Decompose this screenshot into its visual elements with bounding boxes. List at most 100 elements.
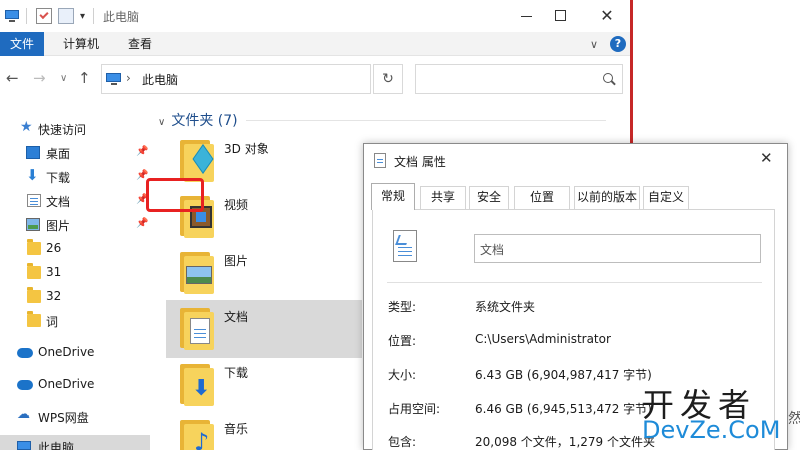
search-icon xyxy=(603,73,613,83)
document-icon xyxy=(27,194,41,207)
sidebar-item-desktop[interactable]: 桌面 📌 xyxy=(0,141,150,165)
property-value: C:\Users\Administrator xyxy=(475,332,611,346)
folder-icon xyxy=(27,263,41,279)
tab-computer[interactable]: 计算机 xyxy=(55,32,107,56)
sidebar-item-documents[interactable]: 文档 📌 xyxy=(0,189,150,213)
download-icon: ⬇ xyxy=(26,166,39,184)
document-icon xyxy=(190,318,210,344)
wps-icon: ☁ xyxy=(17,407,30,422)
folder-name: 图片 xyxy=(224,254,249,268)
folder-tile-documents[interactable]: 文档 xyxy=(166,300,362,358)
sidebar-item-this-pc[interactable]: 此电脑 xyxy=(0,435,150,450)
address-bar[interactable]: › 此电脑 ∨ xyxy=(101,64,462,96)
divider xyxy=(93,8,94,24)
folder-tile-pictures[interactable]: 图片 xyxy=(166,244,362,302)
cloud-icon xyxy=(17,380,33,390)
sidebar-item-onedrive[interactable]: OneDrive xyxy=(0,341,150,365)
folder-icon xyxy=(180,308,214,350)
sidebar-item-label: 26 xyxy=(46,241,62,255)
property-value: 6.43 GB (6,904,987,417 字节) xyxy=(475,368,652,382)
picture-icon xyxy=(186,266,212,284)
sidebar-item-32[interactable]: 32 xyxy=(0,285,150,309)
forward-arrow-icon[interactable]: → xyxy=(33,69,46,87)
property-value: 20,098 个文件，1,279 个文件夹 xyxy=(475,435,655,449)
divider xyxy=(387,282,762,283)
tab-location[interactable]: 位置 xyxy=(514,186,570,209)
tab-customize[interactable]: 自定义 xyxy=(643,186,689,209)
dialog-title: 文档 属性 xyxy=(394,155,446,169)
sidebar-item-downloads[interactable]: ⬇ 下载 📌 xyxy=(0,165,150,189)
property-label: 占用空间: xyxy=(388,402,441,416)
sidebar-item-label: 文档 xyxy=(46,195,71,209)
property-label: 大小: xyxy=(388,368,417,382)
download-icon: ⬇ xyxy=(192,376,211,401)
folder-icon xyxy=(27,239,41,255)
sidebar-item-label: 图片 xyxy=(46,219,71,233)
watermark-logo-text: DevZe.CoM xyxy=(642,416,781,444)
sidebar-item-label: 此电脑 xyxy=(38,441,75,450)
breadcrumb-separator[interactable]: › xyxy=(126,71,131,85)
document-icon xyxy=(374,153,386,168)
close-button[interactable]: ✕ xyxy=(592,4,622,28)
pin-icon[interactable]: 📌 xyxy=(136,146,148,157)
breadcrumb-this-pc[interactable]: 此电脑 xyxy=(142,71,178,88)
tab-general[interactable]: 常规 xyxy=(371,183,415,210)
highlight-box xyxy=(146,178,204,212)
section-title: 文件夹 (7) xyxy=(171,113,238,129)
window-title: 此电脑 xyxy=(103,10,140,24)
sidebar-item-ci[interactable]: 词 xyxy=(0,309,150,333)
sidebar-item-pictures[interactable]: 图片 📌 xyxy=(0,213,150,237)
divider xyxy=(246,120,606,121)
back-arrow-icon[interactable]: ← xyxy=(6,69,19,87)
folder-name-field[interactable]: 文档 xyxy=(474,234,761,263)
folder-tile-music[interactable]: ♪ 音乐 xyxy=(166,412,362,450)
sidebar-item-label: 32 xyxy=(46,289,62,303)
tab-sharing[interactable]: 共享 xyxy=(420,186,466,209)
maximize-button[interactable] xyxy=(546,4,576,28)
chevron-down-icon[interactable]: ∨ xyxy=(158,117,165,128)
properties-icon[interactable] xyxy=(36,8,52,24)
sidebar-item-31[interactable]: 31 xyxy=(0,261,150,285)
sidebar-item-wps-drive[interactable]: ☁ WPS网盘 xyxy=(0,405,150,429)
sidebar-item-quick-access[interactable]: ★ 快速访问 xyxy=(0,117,150,141)
document-icon xyxy=(393,230,417,262)
text-fragment: 然 xyxy=(788,411,800,427)
sidebar-item-label: OneDrive xyxy=(38,377,95,391)
tab-security[interactable]: 安全 xyxy=(469,186,509,209)
sidebar-item-label: 词 xyxy=(46,315,59,329)
folder-name: 视频 xyxy=(224,198,249,212)
section-header-folders[interactable]: ∨ 文件夹 (7) xyxy=(158,110,238,130)
recent-locations-icon[interactable]: ∨ xyxy=(60,73,67,84)
sidebar-item-onedrive-2[interactable]: OneDrive xyxy=(0,373,150,397)
star-icon: ★ xyxy=(20,119,33,135)
new-folder-icon[interactable] xyxy=(58,8,74,24)
property-value: 6.46 GB (6,945,513,472 字节) xyxy=(475,402,652,416)
customize-quick-access-icon[interactable]: ▾ xyxy=(80,11,85,22)
folder-name: 音乐 xyxy=(224,422,249,436)
minimize-button[interactable] xyxy=(512,4,542,28)
tab-previous-versions[interactable]: 以前的版本 xyxy=(574,186,640,209)
refresh-button[interactable]: ↻ xyxy=(373,64,403,94)
sidebar-item-label: 31 xyxy=(46,265,62,279)
sidebar-item-26[interactable]: 26 xyxy=(0,237,150,261)
computer-icon xyxy=(106,72,122,86)
picture-icon xyxy=(26,218,40,231)
folder-tile-downloads[interactable]: ⬇ 下载 xyxy=(166,356,362,414)
computer-icon xyxy=(4,8,20,24)
tab-view[interactable]: 查看 xyxy=(120,32,160,56)
up-arrow-icon[interactable]: ↑ xyxy=(78,69,91,87)
divider xyxy=(26,8,27,24)
pin-icon[interactable]: 📌 xyxy=(136,218,148,229)
property-label: 包含: xyxy=(388,435,417,449)
expand-ribbon-icon[interactable]: ∨ xyxy=(590,38,598,51)
folder-name: 下载 xyxy=(224,366,249,380)
tab-file[interactable]: 文件 xyxy=(0,32,44,56)
folder-icon: ⬇ xyxy=(180,364,214,406)
folder-icon xyxy=(180,252,214,294)
help-icon[interactable]: ? xyxy=(610,36,626,52)
close-icon[interactable]: ✕ xyxy=(760,149,773,167)
search-input[interactable] xyxy=(415,64,623,94)
cloud-icon xyxy=(17,348,33,358)
sidebar-item-label: WPS网盘 xyxy=(38,411,89,425)
property-row-type: 类型: 系统文件夹 xyxy=(388,298,768,318)
